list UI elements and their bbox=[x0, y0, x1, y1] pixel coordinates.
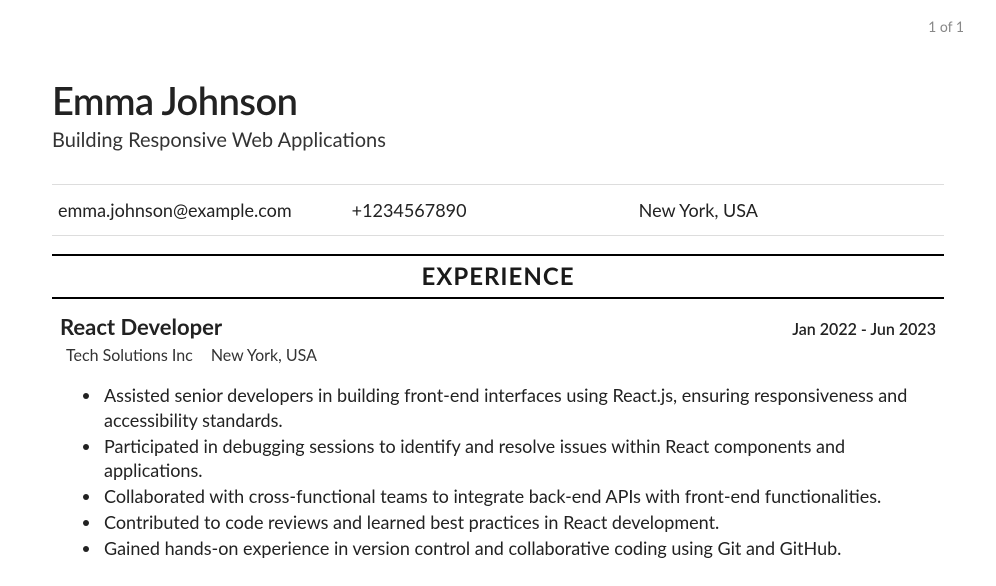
list-item: Collaborated with cross-functional teams… bbox=[102, 484, 936, 509]
contact-location: New York, USA bbox=[639, 199, 758, 221]
job-header: React Developer Jan 2022 - Jun 2023 bbox=[60, 313, 936, 340]
contact-row: emma.johnson@example.com +1234567890 New… bbox=[52, 184, 944, 236]
contact-email: emma.johnson@example.com bbox=[58, 199, 292, 221]
job-dates: Jan 2022 - Jun 2023 bbox=[792, 320, 936, 339]
list-item: Gained hands-on experience in version co… bbox=[102, 536, 936, 561]
list-item: Contributed to code reviews and learned … bbox=[102, 510, 936, 535]
tagline: Building Responsive Web Applications bbox=[52, 128, 944, 152]
job-subheader: Tech Solutions Inc New York, USA bbox=[66, 346, 936, 365]
job-title: React Developer bbox=[60, 313, 222, 340]
experience-entry: React Developer Jan 2022 - Jun 2023 Tech… bbox=[52, 313, 944, 561]
job-company: Tech Solutions Inc bbox=[66, 346, 193, 365]
job-location: New York, USA bbox=[211, 346, 317, 365]
page-indicator: 1 of 1 bbox=[928, 18, 964, 35]
resume-content: Emma Johnson Building Responsive Web App… bbox=[0, 0, 996, 561]
list-item: Assisted senior developers in building f… bbox=[102, 383, 936, 433]
contact-phone: +1234567890 bbox=[352, 199, 467, 221]
section-heading-wrap: EXPERIENCE bbox=[52, 254, 944, 299]
job-bullets: Assisted senior developers in building f… bbox=[60, 383, 936, 561]
person-name: Emma Johnson bbox=[52, 78, 944, 124]
list-item: Participated in debugging sessions to id… bbox=[102, 434, 936, 484]
experience-heading: EXPERIENCE bbox=[52, 262, 944, 291]
